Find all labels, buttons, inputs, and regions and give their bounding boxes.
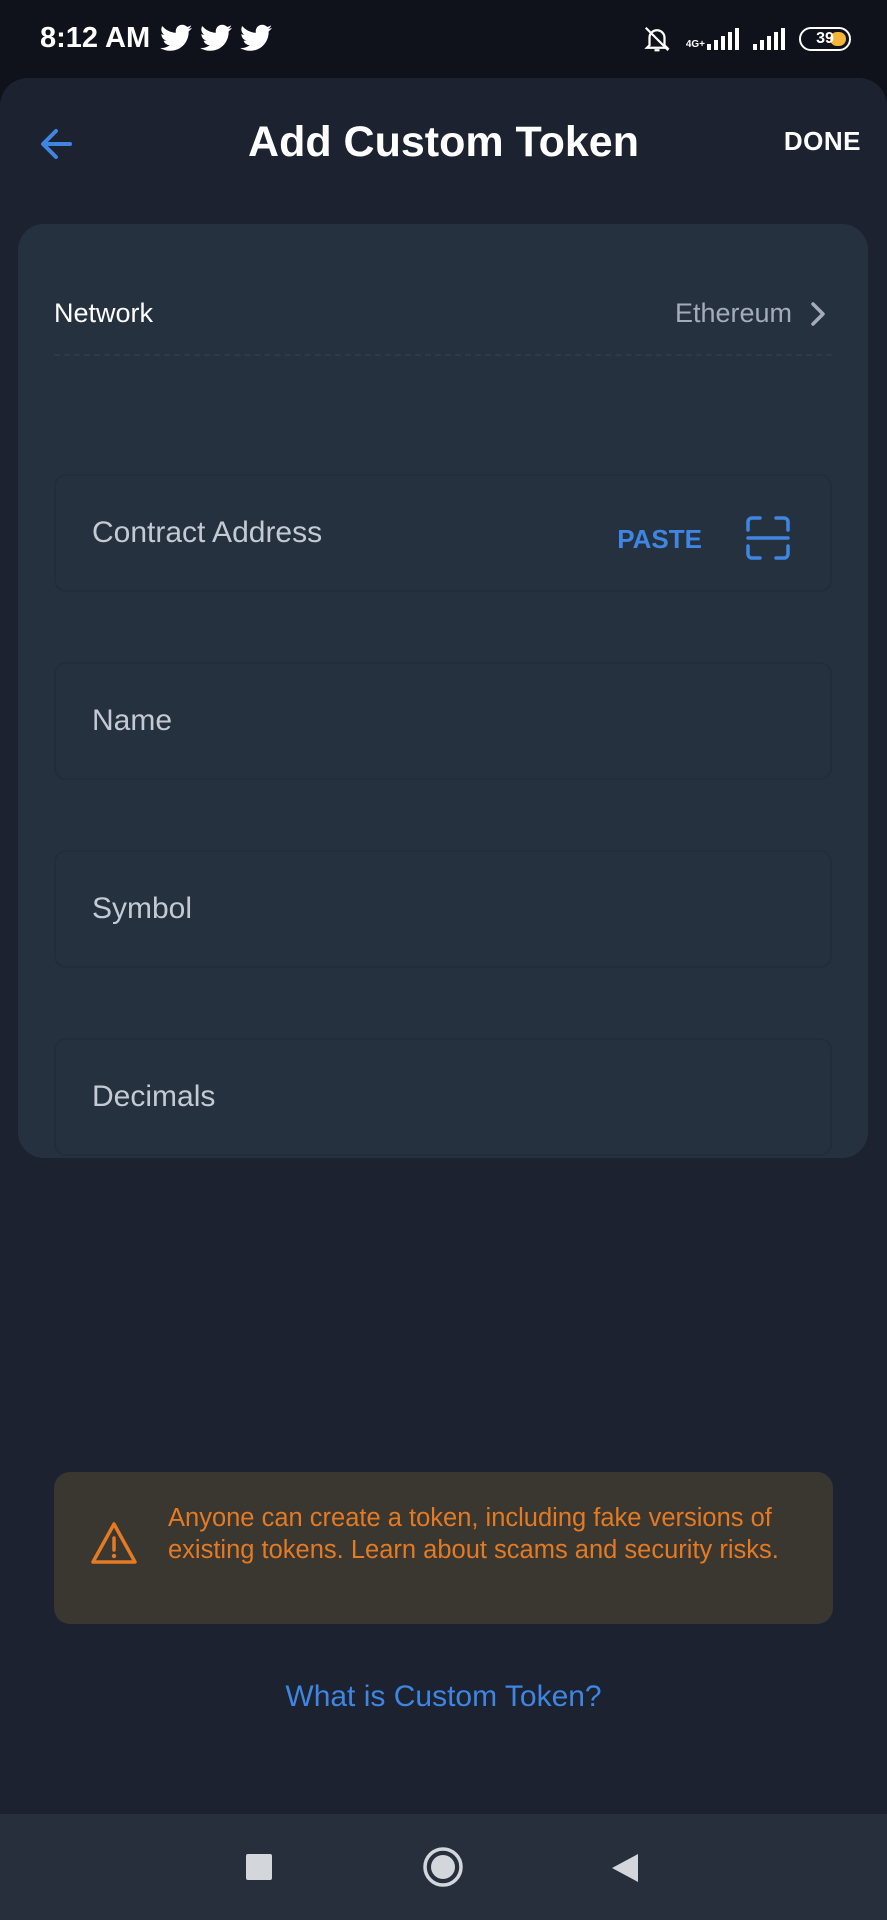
bell-off-icon [644, 26, 670, 52]
network-value: Ethereum [674, 298, 792, 328]
add-custom-token-screen: Add Custom Token DONE Network Ethereum C… [0, 78, 887, 1814]
scam-warning-banner[interactable]: Anyone can create a token, including fak… [54, 1472, 833, 1624]
battery-level: 39 [816, 30, 834, 47]
done-button[interactable]: DONE [784, 126, 861, 157]
status-time: 8:12 AM [40, 22, 151, 54]
chevron-right-icon [811, 302, 825, 326]
what-is-custom-token-link[interactable]: What is Custom Token? [0, 1680, 887, 1714]
system-nav-bar [0, 1814, 887, 1920]
header: Add Custom Token DONE [0, 78, 887, 208]
token-form-card: Network Ethereum Contract Address PASTE … [18, 224, 868, 1158]
warning-icon [91, 1522, 137, 1564]
status-bar: 8:12 AM 4G+ 39 [0, 0, 887, 78]
notification-icons [160, 24, 272, 52]
home-icon[interactable] [422, 1846, 464, 1888]
contract-address-field[interactable]: Contract Address PASTE [54, 474, 832, 592]
status-right: 4G+ 39 [642, 24, 851, 54]
signal-icon [753, 28, 785, 50]
back-icon[interactable] [610, 1852, 640, 1884]
symbol-field[interactable]: Symbol [54, 850, 832, 968]
decimals-field[interactable]: Decimals [54, 1038, 832, 1156]
network-selector[interactable]: Network Ethereum [54, 284, 832, 356]
recents-icon[interactable] [246, 1854, 272, 1880]
scan-icon[interactable] [744, 514, 792, 562]
page-title: Add Custom Token [248, 118, 639, 166]
battery-icon: 39 [799, 27, 851, 51]
twitter-icon [160, 24, 192, 51]
paste-button[interactable]: PASTE [617, 524, 702, 555]
contract-address-placeholder: Contract Address [92, 516, 323, 549]
mobile-signal: 4G+ [686, 28, 739, 50]
network-label: Network [54, 298, 154, 328]
signal-icon [707, 28, 739, 50]
warning-text: Anyone can create a token, including fak… [168, 1504, 779, 1564]
name-field[interactable]: Name [54, 662, 832, 780]
network-type-label: 4G+ [685, 39, 705, 50]
decimals-placeholder: Decimals [92, 1080, 216, 1113]
symbol-placeholder: Symbol [92, 892, 193, 925]
name-placeholder: Name [92, 704, 173, 737]
twitter-icon [240, 24, 272, 51]
twitter-icon [200, 24, 232, 51]
